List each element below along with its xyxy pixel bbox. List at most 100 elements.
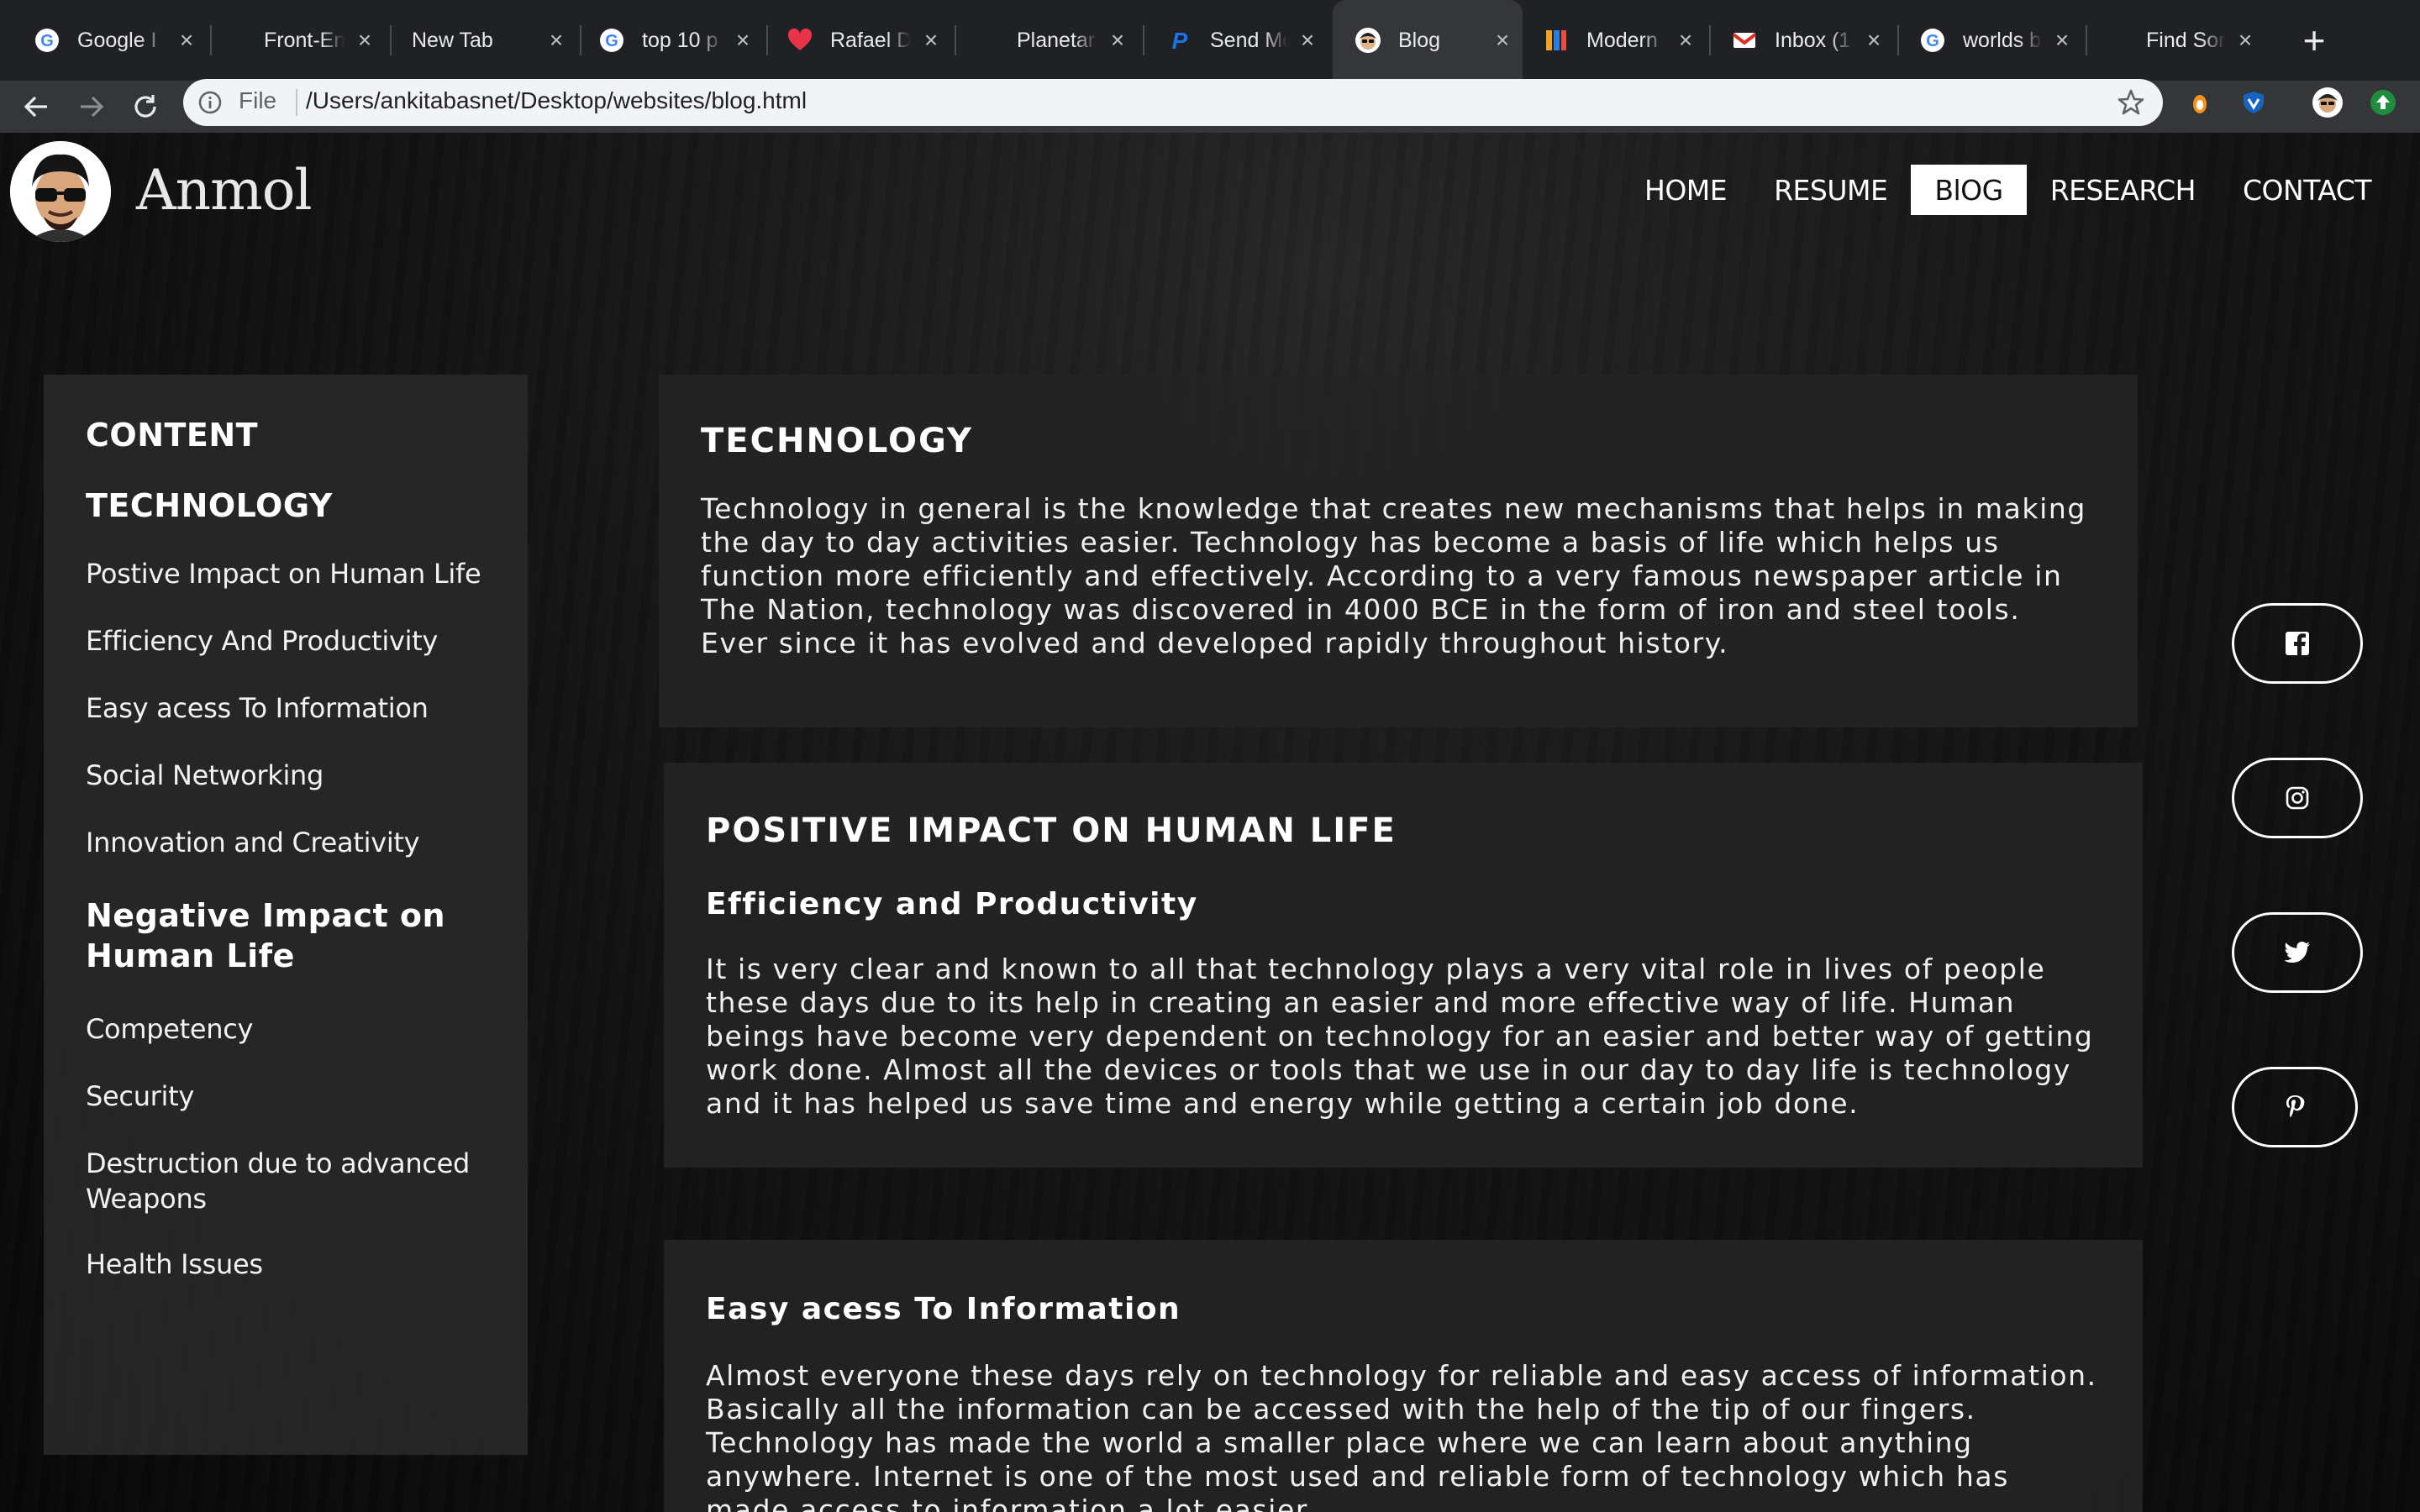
tab-inbox[interactable]: Inbox (1, ×: [1731, 0, 1886, 81]
toc-item-security[interactable]: Security: [86, 1079, 523, 1114]
tab-front-end[interactable]: Front-En ×: [264, 0, 376, 81]
toc-item-easy-access[interactable]: Easy acess To Information: [86, 690, 523, 726]
article-title: TECHNOLOGY: [701, 422, 973, 460]
close-icon[interactable]: ×: [1491, 27, 1514, 53]
tab-title: Find Sor: [2146, 28, 2225, 52]
close-icon[interactable]: ×: [1674, 27, 1697, 53]
reload-icon: [134, 95, 156, 118]
article-body: It is very clear and known to all that t…: [706, 953, 2094, 1120]
nav-resume[interactable]: RESUME: [1750, 165, 1911, 215]
tab-separator: [580, 25, 581, 55]
svg-text:P: P: [1172, 28, 1188, 54]
address-divider: [296, 89, 297, 116]
instagram-button[interactable]: [2232, 758, 2363, 838]
toc-item-social-networking[interactable]: Social Networking: [86, 758, 523, 793]
close-icon[interactable]: ×: [1296, 27, 1319, 53]
page-viewport: Anmol HOME RESUME BlOG RESEARCH CONTACT …: [0, 133, 2420, 1512]
tab-send-money[interactable]: P Send Mo ×: [1166, 0, 1319, 81]
nav-research[interactable]: RESEARCH: [2027, 165, 2219, 215]
tab-worlds[interactable]: G worlds b ×: [1919, 0, 2074, 81]
facebook-button[interactable]: [2232, 603, 2363, 684]
tab-title: Inbox (1,: [1775, 28, 1854, 52]
close-icon[interactable]: ×: [731, 27, 755, 53]
arrow-right-icon: [81, 96, 104, 118]
toc-item-competency[interactable]: Competency: [86, 1011, 523, 1047]
paypal-icon: P: [1166, 27, 1193, 54]
twitter-button[interactable]: [2232, 912, 2363, 993]
new-tab-button[interactable]: +: [2296, 18, 2333, 62]
arrow-left-icon: [24, 96, 47, 118]
close-icon[interactable]: ×: [353, 27, 376, 53]
tab-title: Blog: [1398, 28, 1441, 52]
tab-modern[interactable]: Modern ×: [1543, 0, 1697, 81]
tab-title: Planetar: [1017, 28, 1096, 52]
heart-icon: [786, 27, 813, 54]
tab-title: top 10 p: [642, 28, 718, 52]
bookmark-star-icon[interactable]: [2116, 87, 2146, 118]
svg-text:G: G: [40, 32, 54, 50]
tab-separator: [1897, 25, 1899, 55]
toc-section-technology[interactable]: TECHNOLOGY: [86, 487, 333, 524]
nav-home[interactable]: HOME: [1621, 165, 1750, 215]
update-icon[interactable]: [2365, 84, 2402, 121]
tab-find-something[interactable]: Find Sor ×: [2146, 0, 2257, 81]
tab-rafael[interactable]: Rafael D ×: [786, 0, 943, 81]
main-nav: HOME RESUME BlOG RESEARCH CONTACT: [1621, 165, 2395, 215]
tab-separator: [1143, 25, 1144, 55]
reload-button[interactable]: [126, 87, 165, 126]
back-button[interactable]: [17, 87, 55, 126]
address-scheme: File: [239, 87, 277, 113]
close-icon[interactable]: ×: [544, 27, 568, 53]
toc-item-efficiency[interactable]: Efficiency And Productivity: [86, 623, 523, 659]
tab-separator: [390, 25, 392, 55]
close-icon[interactable]: ×: [919, 27, 943, 53]
tab-title: Google I: [77, 28, 157, 52]
close-icon[interactable]: ×: [175, 27, 198, 53]
info-icon[interactable]: [197, 89, 224, 116]
svg-text:G: G: [605, 32, 618, 50]
toc-item-innovation[interactable]: Innovation and Creativity: [86, 825, 523, 860]
toc-item-health-issues[interactable]: Health Issues: [86, 1247, 523, 1282]
extension-shield-icon[interactable]: [2235, 84, 2272, 121]
article-easy-access: Easy acess To Information Almost everyon…: [664, 1240, 2143, 1512]
article-subtitle: Easy acess To Information: [706, 1292, 1181, 1326]
tab-blog[interactable]: Blog ×: [1333, 0, 1523, 81]
close-icon[interactable]: ×: [1106, 27, 1129, 53]
site-brand[interactable]: Anmol: [136, 158, 313, 223]
profile-avatar-icon[interactable]: [2309, 84, 2346, 121]
extension-honey-icon[interactable]: [2181, 84, 2218, 121]
article-technology: TECHNOLOGY Technology in general is the …: [659, 375, 2138, 727]
article-body: Almost everyone these days rely on techn…: [706, 1359, 2097, 1512]
tab-top-10[interactable]: G top 10 p ×: [598, 0, 755, 81]
nav-blog[interactable]: BlOG: [1911, 165, 2027, 215]
tab-separator: [1709, 25, 1711, 55]
tab-title: Front-En: [264, 28, 345, 52]
forward-button[interactable]: [72, 87, 111, 126]
article-body: Technology in general is the knowledge t…: [701, 492, 2086, 659]
twitter-icon: [2284, 942, 2310, 963]
tab-planetary[interactable]: Planetar ×: [1017, 0, 1129, 81]
tab-separator: [2086, 25, 2087, 55]
pinterest-icon: [2286, 1095, 2305, 1118]
content-sidebar: CONTENT TECHNOLOGY Postive Impact on Hum…: [44, 375, 528, 1455]
gmail-icon: [1731, 27, 1758, 54]
article-title: POSITIVE IMPACT ON HUMAN LIFE: [706, 811, 1397, 850]
tab-title: New Tab: [412, 28, 493, 52]
svg-text:G: G: [1926, 32, 1939, 50]
toc-item-positive-impact[interactable]: Postive Impact on Human Life: [86, 556, 523, 591]
browser-tab-strip: G Google I × Front-En × New Tab × G top …: [0, 0, 2420, 81]
pinterest-button[interactable]: [2232, 1067, 2358, 1147]
nav-contact[interactable]: CONTACT: [2219, 165, 2395, 215]
avatar[interactable]: [10, 141, 111, 242]
tab-separator: [210, 25, 212, 55]
tab-title: Rafael D: [830, 28, 911, 52]
close-icon[interactable]: ×: [2233, 27, 2257, 53]
close-icon[interactable]: ×: [2050, 27, 2074, 53]
toc-section-negative-impact[interactable]: Negative Impact on Human Life: [86, 895, 472, 976]
address-bar[interactable]: File /Users/ankitabasnet/Desktop/website…: [183, 79, 2163, 126]
facebook-icon: [2286, 632, 2309, 656]
tab-new-tab[interactable]: New Tab ×: [412, 0, 568, 81]
toc-item-destruction-weapons[interactable]: Destruction due to advanced Weapons: [86, 1146, 523, 1216]
tab-google-images[interactable]: G Google I ×: [34, 0, 198, 81]
close-icon[interactable]: ×: [1862, 27, 1886, 53]
